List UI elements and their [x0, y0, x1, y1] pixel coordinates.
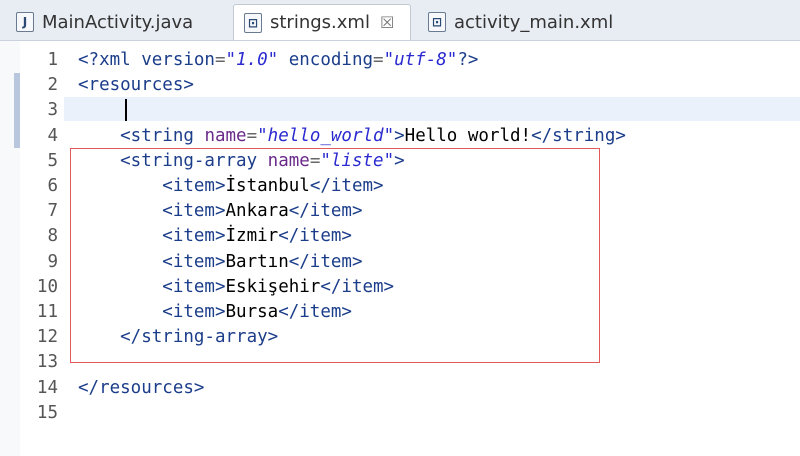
code-line[interactable]: 2 <resources>: [0, 73, 800, 98]
code-line[interactable]: 4 <string name="hello_world">Hello world…: [0, 124, 800, 149]
code-token: <?xml version: [78, 50, 215, 70]
line-number: 9: [47, 251, 58, 272]
xml-file-icon: ⊡: [244, 12, 262, 33]
line-number: 4: [47, 125, 58, 146]
line-number: 8: [47, 226, 58, 247]
code-editor[interactable]: 1 <?xml version="1.0" encoding="utf-8"?> 2…: [0, 41, 800, 456]
code-text: <resources>: [78, 73, 194, 98]
close-tab-icon[interactable]: ☒: [380, 13, 394, 32]
code-token: ?>: [457, 50, 479, 70]
code-line[interactable]: 1 <?xml version="1.0" encoding="utf-8"?>: [0, 48, 800, 73]
line-number: 15: [36, 402, 58, 423]
code-text: <string name="hello_world">Hello world!<…: [78, 124, 626, 149]
line-number: 1: [47, 50, 58, 70]
code-line[interactable]: 3: [0, 98, 800, 123]
tab-strings-xml[interactable]: ⊡ strings.xml ☒: [233, 4, 411, 40]
line-number: 2: [47, 75, 58, 96]
code-token: name: [204, 125, 247, 146]
tab-mainactivity-java[interactable]: J MainActivity.java: [6, 4, 220, 40]
xml-file-icon: ⊡: [428, 12, 446, 32]
line-number: 14: [36, 377, 58, 398]
code-token: =: [246, 125, 258, 146]
line-number: 12: [36, 327, 58, 348]
line-number: 13: [36, 352, 58, 373]
java-file-icon: J: [16, 12, 34, 32]
line-number: 11: [36, 302, 58, 322]
code-token: Hello world!: [404, 125, 532, 146]
code-token: "1.0": [225, 50, 279, 70]
tab-label: MainActivity.java: [42, 11, 194, 33]
code-token: <string: [78, 125, 205, 146]
code-text: </resources>: [78, 376, 204, 401]
code-token: encoding: [278, 50, 374, 70]
code-token: "hello_world": [257, 125, 395, 146]
code-token: =: [373, 50, 384, 70]
editor-tab-bar: J MainActivity.java ⊡ strings.xml ☒ ⊡ ac…: [0, 0, 800, 41]
code-line[interactable]: 14 </resources>: [0, 376, 800, 401]
tab-activity-main-xml[interactable]: ⊡ activity_main.xml: [418, 4, 638, 40]
code-text: <?xml version="1.0" encoding="utf-8"?>: [78, 48, 478, 73]
code-token: >: [394, 125, 405, 146]
code-token: </string>: [531, 125, 626, 146]
tab-label: strings.xml: [270, 12, 370, 33]
line-number: 5: [47, 150, 58, 171]
line-number: 10: [36, 276, 58, 297]
code-token: </resources>: [78, 377, 205, 398]
code-line[interactable]: 15: [0, 401, 800, 426]
code-token: =: [214, 50, 226, 70]
tab-label: activity_main.xml: [454, 11, 614, 33]
highlight-annotation-box: [70, 148, 600, 363]
line-number: 6: [47, 176, 58, 196]
line-number: 7: [47, 201, 58, 222]
text-caret: [125, 99, 127, 121]
code-token: "utf-8": [383, 50, 458, 70]
line-number: 3: [47, 100, 58, 121]
code-token: <resources>: [78, 75, 194, 96]
